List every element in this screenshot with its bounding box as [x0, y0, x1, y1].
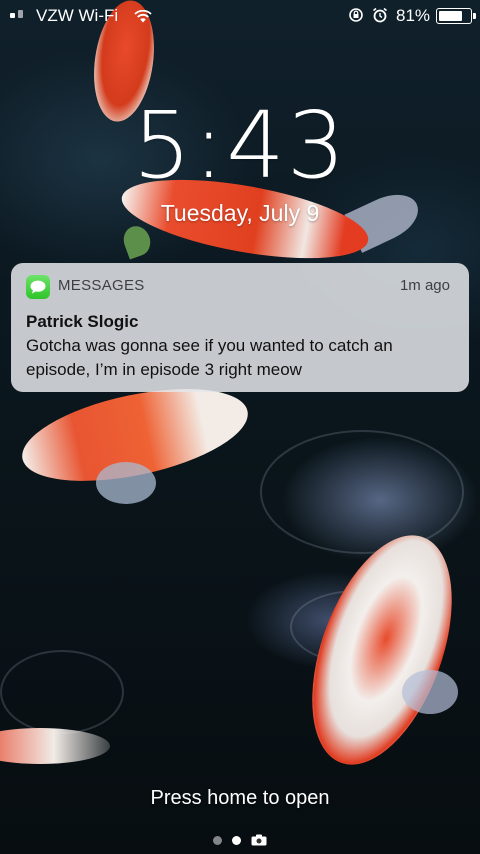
koi-fin — [96, 462, 156, 504]
lock-screen-time: 5:43 — [132, 92, 348, 199]
page-dot-active[interactable] — [232, 835, 241, 845]
message-notification[interactable]: MESSAGES 1m ago Patrick Slogic Gotcha wa… — [11, 263, 469, 392]
koi-fin — [402, 670, 458, 714]
page-indicator[interactable] — [0, 834, 480, 846]
lock-screen-date: Tuesday, July 9 — [160, 200, 320, 226]
water-ripple — [0, 650, 124, 734]
battery-icon — [436, 8, 476, 24]
status-bar: VZW Wi-Fi 81% — [0, 0, 480, 32]
page-dot[interactable] — [213, 835, 222, 845]
alarm-icon — [373, 7, 387, 23]
messages-icon — [26, 275, 50, 299]
notification-header: MESSAGES 1m ago — [11, 263, 469, 307]
signal-icon — [10, 10, 23, 18]
press-home-hint: Press home to open — [150, 787, 330, 809]
water-ripple — [260, 430, 464, 554]
battery-percent: 81% — [396, 6, 431, 25]
camera-icon[interactable] — [251, 834, 267, 846]
notification-timestamp: 1m ago — [399, 277, 450, 294]
wifi-icon — [134, 10, 152, 23]
carrier-label: VZW Wi-Fi — [36, 6, 119, 25]
leaf — [119, 222, 155, 260]
rotation-lock-icon — [349, 8, 363, 22]
notification-app-name: MESSAGES — [58, 277, 145, 294]
notification-sender: Patrick Slogic — [26, 312, 139, 331]
notification-body: Gotcha was gonna see if you wanted to ca… — [26, 336, 393, 379]
koi-fish — [0, 728, 110, 764]
